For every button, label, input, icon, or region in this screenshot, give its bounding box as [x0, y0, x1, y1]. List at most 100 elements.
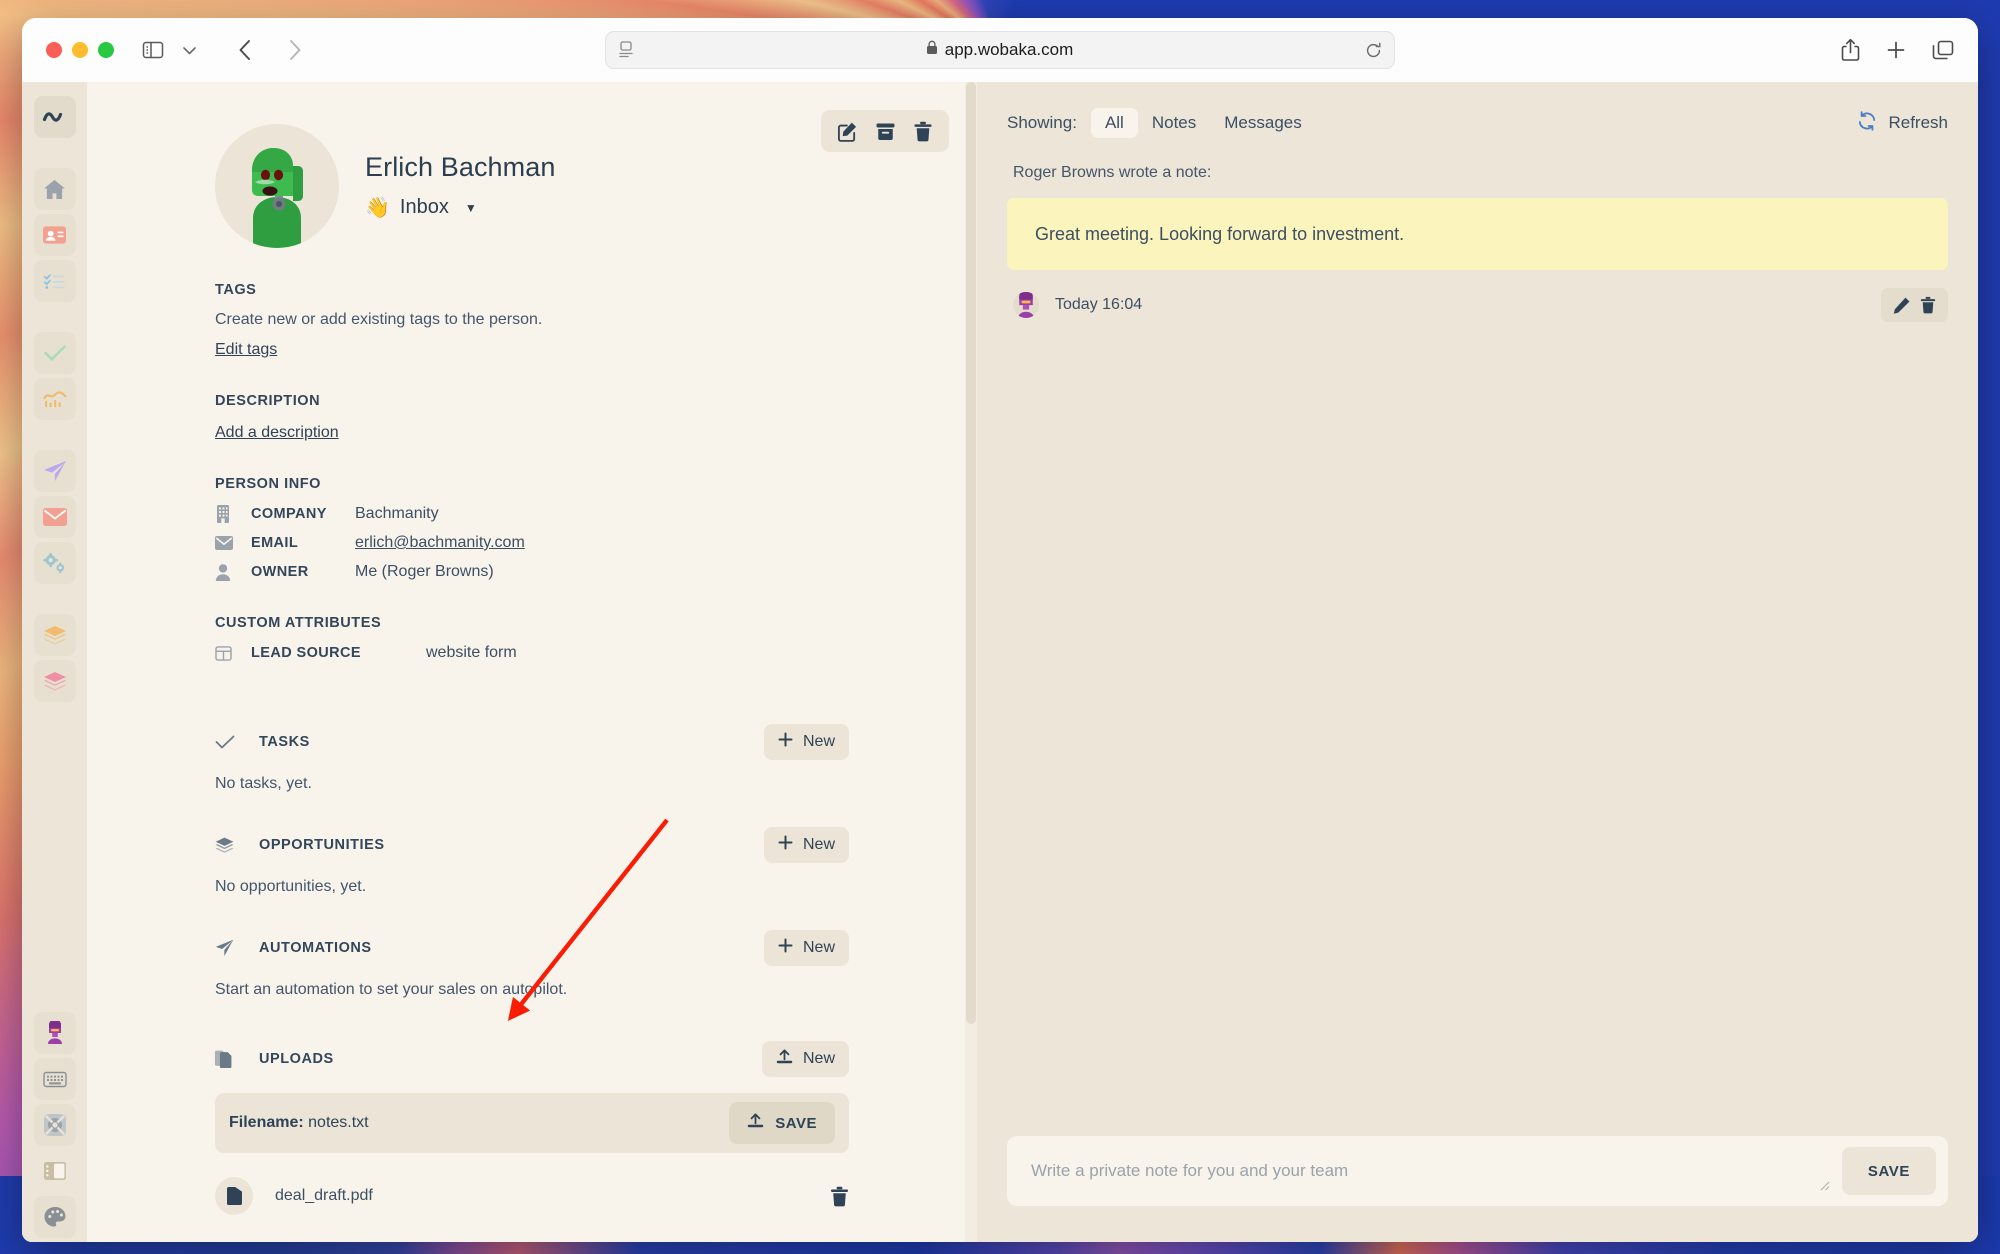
add-description-link[interactable]: Add a description — [215, 424, 339, 442]
sidebar-item-keyboard[interactable] — [33, 1058, 76, 1100]
filename-label: Filename: — [229, 1114, 304, 1131]
note-author-avatar — [1013, 292, 1039, 318]
sidebar-item-pipelines[interactable] — [33, 614, 76, 656]
new-automation-button[interactable]: New — [763, 930, 849, 966]
uploaded-file-name[interactable]: deal_draft.pdf — [275, 1187, 373, 1205]
document-icon — [215, 1050, 235, 1068]
sidebar-item-logo[interactable] — [33, 96, 76, 138]
sidebar-item-email[interactable] — [33, 496, 76, 538]
tags-section: TAGS Create new or add existing tags to … — [87, 282, 977, 359]
forward-arrow-icon[interactable] — [278, 35, 312, 65]
url-text-wrap: app.wobaka.com — [634, 40, 1365, 60]
textarea-resize-grip[interactable] — [1819, 1179, 1830, 1194]
section-title: AUTOMATIONS — [259, 940, 372, 956]
plus-icon[interactable] — [1886, 40, 1906, 60]
wave-emoji-icon: 👋 — [365, 197, 390, 219]
sidebar-item-settings[interactable] — [33, 542, 76, 584]
trash-icon[interactable] — [907, 115, 939, 147]
sidebar-item-lists[interactable] — [33, 260, 76, 302]
browser-toolbar: app.wobaka.com — [22, 18, 1978, 82]
new-button-label: New — [802, 1050, 835, 1067]
minimize-window-button[interactable] — [72, 42, 88, 58]
reader-view-icon[interactable] — [618, 41, 634, 59]
custom-attributes-section: CUSTOM ATTRIBUTES LEAD SOURCE website fo… — [87, 615, 977, 662]
pending-upload-filename: Filename: notes.txt — [229, 1114, 369, 1132]
new-task-button[interactable]: New — [763, 724, 849, 760]
info-key: COMPANY — [251, 506, 327, 522]
back-arrow-icon[interactable] — [228, 35, 262, 65]
tab-messages[interactable]: Messages — [1210, 108, 1315, 138]
sidebar-chevron-down-icon[interactable] — [172, 35, 206, 65]
tab-all[interactable]: All — [1090, 108, 1138, 138]
person-detail-panel: Erlich Bachman 👋 Inbox ▼ TAGS Create new… — [87, 82, 977, 1242]
info-row-company: COMPANY Bachmanity — [215, 505, 849, 523]
layers-icon — [215, 837, 235, 854]
sidebar-item-help[interactable] — [33, 1104, 76, 1146]
url-host: app.wobaka.com — [944, 40, 1074, 59]
email-link[interactable]: erlich@bachmanity.com — [355, 534, 525, 552]
user-icon — [215, 563, 251, 581]
inbox-selector[interactable]: 👋 Inbox ▼ — [365, 195, 555, 220]
note-card[interactable]: Great meeting. Looking forward to invest… — [1007, 198, 1948, 270]
maximize-window-button[interactable] — [98, 42, 114, 58]
sidebar-item-theme[interactable] — [33, 1196, 76, 1238]
file-icon — [215, 1177, 253, 1215]
info-value: Bachmanity — [355, 505, 439, 522]
sidebar-item-reports[interactable] — [33, 378, 76, 420]
sidebar-item-profile[interactable] — [33, 1012, 76, 1054]
activity-timeline-panel: Showing: All Notes Messages Refresh Roge… — [977, 82, 1978, 1242]
person-info-section: PERSON INFO COMPANY Bachmanity EMAIL erl… — [87, 476, 977, 581]
save-note-button[interactable]: SAVE — [1841, 1147, 1936, 1195]
sidebar-item-contacts[interactable] — [33, 214, 76, 256]
edit-icon[interactable] — [831, 115, 863, 147]
sidebar-item-deals[interactable] — [33, 660, 76, 702]
custom-attributes-heading: CUSTOM ATTRIBUTES — [215, 615, 382, 631]
note-author-line: Roger Browns wrote a note: — [1013, 164, 1212, 181]
note-meta-row: Today 16:04 — [1007, 288, 1948, 322]
reload-icon[interactable] — [1365, 42, 1382, 59]
sidebar-item-layout[interactable] — [34, 1150, 76, 1192]
upload-save-button[interactable]: SAVE — [729, 1102, 835, 1144]
close-window-button[interactable] — [46, 42, 62, 58]
new-upload-button[interactable]: New — [761, 1041, 849, 1077]
automations-empty-text: Start an automation to set your sales on… — [215, 981, 568, 998]
detail-scrollbar-thumb[interactable] — [966, 82, 976, 1024]
sidebar-toggle-icon[interactable] — [136, 35, 170, 65]
record-actions-toolbar — [821, 110, 949, 152]
share-icon[interactable] — [1841, 38, 1860, 62]
info-key: EMAIL — [251, 535, 299, 551]
archive-icon[interactable] — [869, 115, 901, 147]
note-timestamp: Today 16:04 — [1055, 296, 1143, 313]
new-opportunity-button[interactable]: New — [763, 827, 849, 863]
attr-value: website form — [426, 644, 517, 661]
trash-icon[interactable] — [1920, 296, 1936, 314]
window-controls — [46, 42, 114, 58]
sidebar-item-campaigns[interactable] — [33, 450, 76, 492]
envelope-icon — [215, 536, 251, 550]
info-row-owner: OWNER Me (Roger Browns) — [215, 563, 849, 581]
tab-notes[interactable]: Notes — [1138, 108, 1210, 138]
page-title: Erlich Bachman — [365, 152, 556, 182]
uploads-section: UPLOADS New — [87, 1041, 977, 1077]
note-composer[interactable]: Write a private note for you and your te… — [1007, 1136, 1948, 1206]
new-button-label: New — [802, 836, 835, 853]
note-input-placeholder[interactable]: Write a private note for you and your te… — [1031, 1161, 1842, 1181]
building-icon — [215, 505, 251, 523]
detail-scrollbar-track[interactable] — [965, 82, 977, 1242]
section-title: OPPORTUNITIES — [259, 837, 385, 853]
sidebar-item-home[interactable] — [33, 168, 76, 210]
refresh-button[interactable]: Refresh — [1857, 110, 1948, 136]
filename-value: notes.txt — [308, 1114, 369, 1131]
note-text: Great meeting. Looking forward to invest… — [1035, 223, 1405, 244]
plus-icon — [778, 732, 793, 752]
tab-overview-icon[interactable] — [1932, 40, 1954, 61]
new-button-label: New — [802, 939, 835, 956]
tasks-section: TASKS New No tasks, yet. — [87, 724, 977, 793]
address-bar[interactable]: app.wobaka.com — [605, 31, 1395, 69]
edit-tags-link[interactable]: Edit tags — [215, 341, 277, 359]
pencil-icon[interactable] — [1893, 297, 1910, 314]
sidebar-item-tasks[interactable] — [33, 332, 76, 374]
note-actions — [1881, 288, 1948, 322]
chevron-down-icon[interactable]: ▼ — [465, 201, 477, 215]
trash-icon[interactable] — [830, 1186, 849, 1207]
